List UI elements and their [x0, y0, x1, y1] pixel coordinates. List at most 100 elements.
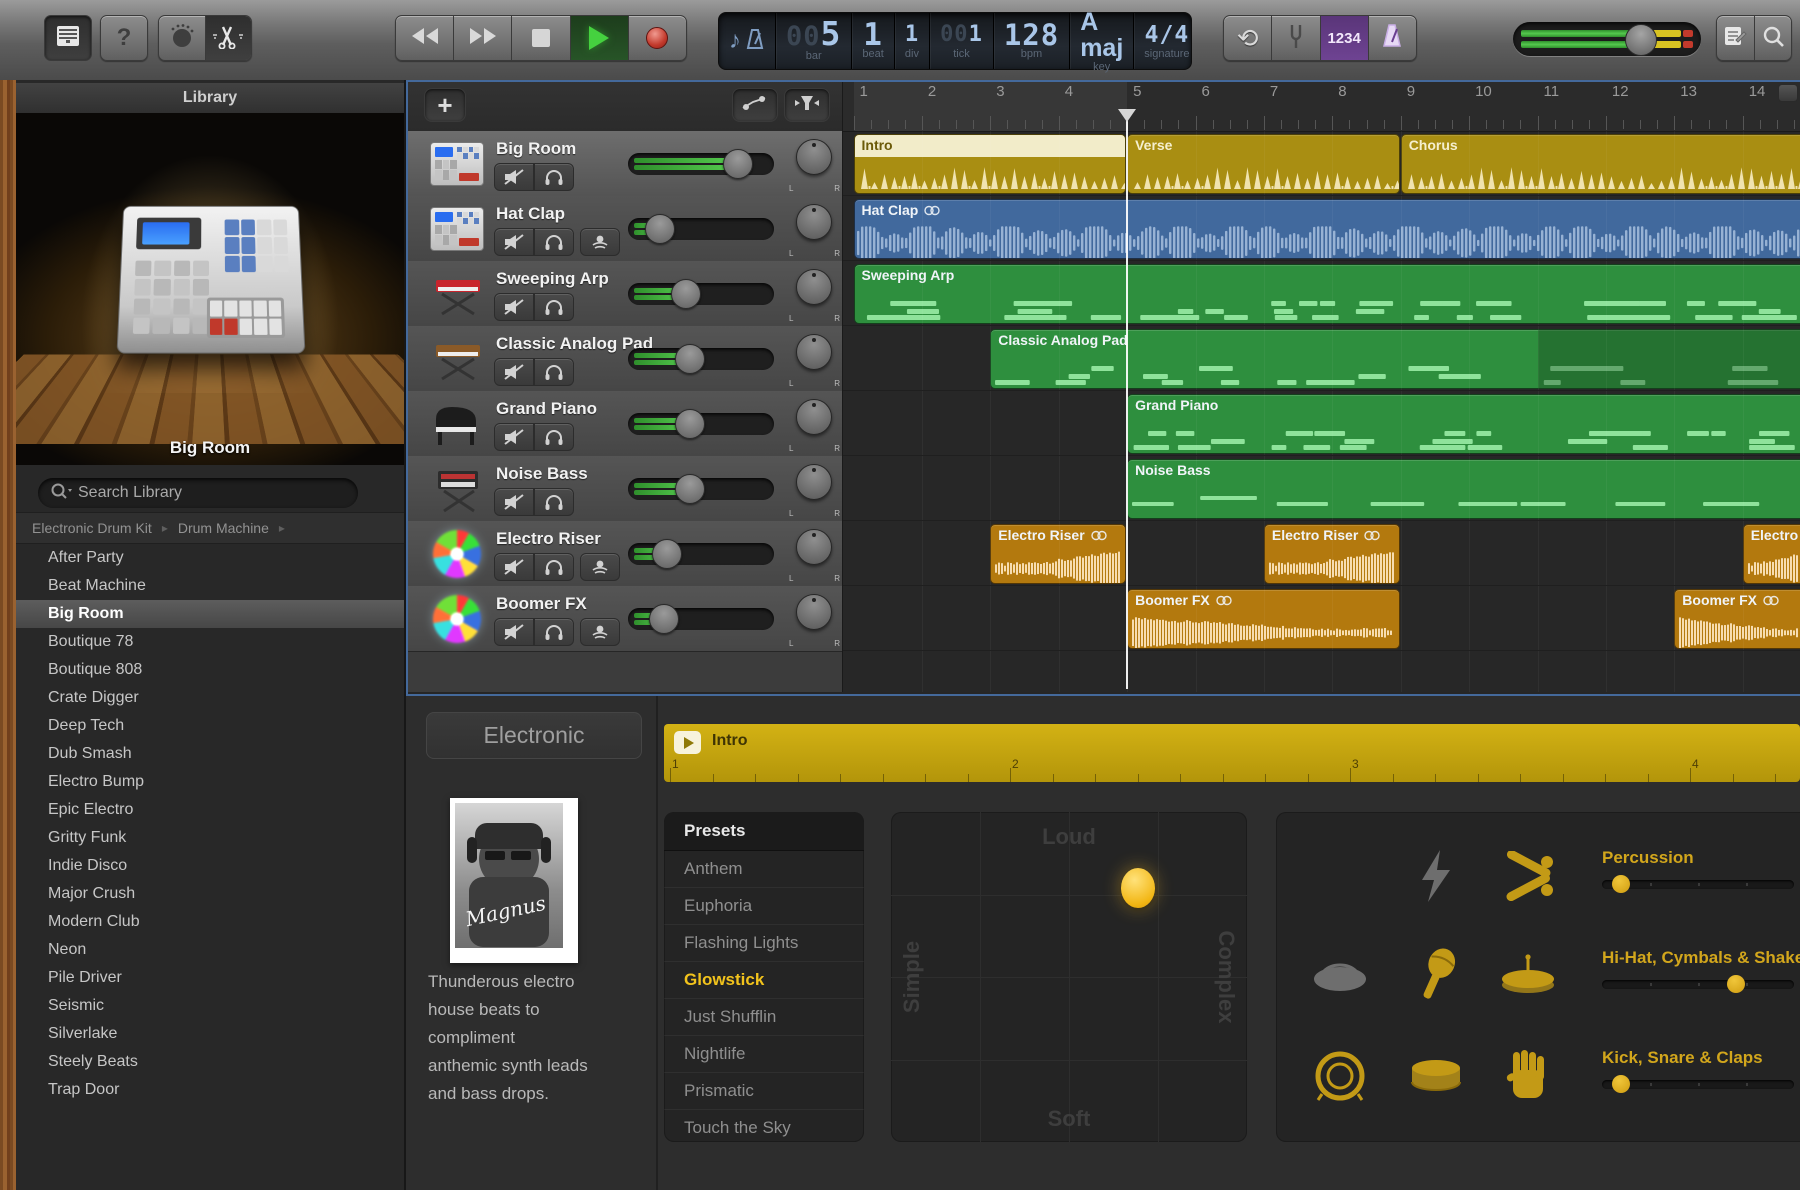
- preset-item[interactable]: Glowstick: [664, 962, 864, 999]
- slider-knob[interactable]: [1612, 1075, 1630, 1093]
- pan-knob[interactable]: LR: [796, 334, 832, 370]
- mute-button[interactable]: [494, 163, 534, 191]
- solo-button[interactable]: [534, 358, 574, 386]
- metronome-toggle-button[interactable]: [1369, 16, 1416, 60]
- solo-button[interactable]: [534, 293, 574, 321]
- lcd-key[interactable]: A majkey: [1070, 13, 1134, 69]
- rewind-button[interactable]: [396, 16, 454, 60]
- track-volume-slider[interactable]: [628, 283, 774, 305]
- tom-icon[interactable]: [1308, 944, 1372, 1008]
- mute-button[interactable]: [494, 293, 534, 321]
- track-volume-slider[interactable]: [628, 218, 774, 240]
- region-grand-piano[interactable]: Grand Piano: [1127, 394, 1800, 454]
- notepad-button[interactable]: [1717, 16, 1755, 60]
- patch-list-item[interactable]: Indie Disco: [16, 852, 404, 880]
- track-volume-slider[interactable]: [628, 348, 774, 370]
- quick-help-button[interactable]: ?: [100, 15, 148, 61]
- patch-list-item[interactable]: Boutique 78: [16, 628, 404, 656]
- editor-play-button[interactable]: [674, 731, 701, 754]
- solo-button[interactable]: [534, 618, 574, 646]
- stop-button[interactable]: [512, 16, 570, 60]
- region-chorus[interactable]: Chorus: [1401, 134, 1800, 194]
- volume-knob[interactable]: [645, 214, 675, 244]
- track-volume-slider[interactable]: [628, 478, 774, 500]
- track-header-row[interactable]: Sweeping ArpLR: [406, 261, 842, 327]
- arrangement-timeline[interactable]: 1234567891011121314 IntroVerseChorusHat …: [843, 80, 1800, 692]
- solo-button[interactable]: [534, 163, 574, 191]
- lcd-mode-icons[interactable]: ♪: [719, 13, 776, 69]
- patch-list-item[interactable]: Modern Club: [16, 908, 404, 936]
- record-button[interactable]: [629, 16, 686, 60]
- breadcrumb-item[interactable]: Electronic Drum Kit: [32, 520, 152, 536]
- patch-list-item[interactable]: Boutique 808: [16, 656, 404, 684]
- volume-knob[interactable]: [723, 149, 753, 179]
- master-volume-slider[interactable]: [1513, 22, 1701, 56]
- volume-knob[interactable]: [649, 604, 679, 634]
- preset-item[interactable]: Anthem: [664, 851, 864, 888]
- automation-button[interactable]: [732, 88, 778, 122]
- pan-knob[interactable]: LR: [796, 594, 832, 630]
- patch-list-item[interactable]: Seismic: [16, 992, 404, 1020]
- snare-icon[interactable]: [1404, 1044, 1468, 1108]
- pan-knob[interactable]: LR: [796, 139, 832, 175]
- library-drawer-button[interactable]: [44, 15, 92, 61]
- track-header-row[interactable]: Grand PianoLR: [406, 391, 842, 457]
- volume-knob[interactable]: [675, 474, 705, 504]
- mute-button[interactable]: [494, 488, 534, 516]
- editor-region-ruler[interactable]: Intro 1234: [664, 724, 1800, 782]
- preset-item[interactable]: Prismatic: [664, 1073, 864, 1110]
- mute-button[interactable]: [494, 553, 534, 581]
- preset-item[interactable]: Euphoria: [664, 888, 864, 925]
- tuner-button[interactable]: [1272, 16, 1320, 60]
- mute-button[interactable]: [494, 358, 534, 386]
- region-boomer-fx[interactable]: Boomer FX: [1674, 589, 1800, 649]
- forward-button[interactable]: [454, 16, 512, 60]
- pan-knob[interactable]: LR: [796, 529, 832, 565]
- patch-list-item[interactable]: Epic Electro: [16, 796, 404, 824]
- track-header-row[interactable]: Classic Analog PadLR: [406, 326, 842, 392]
- track-header-row[interactable]: Hat ClapLR: [406, 196, 842, 262]
- track-header-row[interactable]: Noise BassLR: [406, 456, 842, 522]
- breadcrumb-item[interactable]: Drum Machine: [178, 520, 269, 536]
- editors-button[interactable]: [206, 16, 252, 60]
- patch-list-item[interactable]: Steely Beats: [16, 1048, 404, 1076]
- volume-knob[interactable]: [1625, 24, 1657, 56]
- lcd-tempo[interactable]: 128bpm: [994, 13, 1070, 69]
- region-noise-bass[interactable]: Noise Bass: [1127, 459, 1800, 519]
- input-monitor-button[interactable]: [580, 228, 620, 256]
- track-header-row[interactable]: Boomer FXLR: [406, 586, 842, 652]
- patch-list-item[interactable]: Major Crush: [16, 880, 404, 908]
- lcd-tick[interactable]: 001tick: [930, 13, 994, 69]
- track-header-row[interactable]: Electro RiserLR: [406, 521, 842, 587]
- mute-button[interactable]: [494, 618, 534, 646]
- mute-button[interactable]: [494, 228, 534, 256]
- playhead[interactable]: [1126, 120, 1128, 689]
- drumsticks-icon[interactable]: [1496, 844, 1560, 908]
- region-electro-riser[interactable]: Electro Riser: [1743, 524, 1800, 584]
- patch-list-item[interactable]: After Party: [16, 544, 404, 572]
- track-volume-slider[interactable]: [628, 413, 774, 435]
- preset-item[interactable]: Flashing Lights: [664, 925, 864, 962]
- pan-knob[interactable]: LR: [796, 204, 832, 240]
- timeline-ruler[interactable]: 1234567891011121314: [843, 80, 1800, 132]
- region-sweeping-arp[interactable]: Sweeping Arp: [854, 264, 1800, 324]
- drum-row-slider[interactable]: [1602, 1080, 1794, 1089]
- volume-knob[interactable]: [652, 539, 682, 569]
- patch-list-item[interactable]: Deep Tech: [16, 712, 404, 740]
- track-header-row[interactable]: Big RoomLR: [406, 131, 842, 197]
- patch-list-item[interactable]: Electro Bump: [16, 768, 404, 796]
- solo-button[interactable]: [534, 553, 574, 581]
- lcd-display[interactable]: ♪ 005bar 1beat 1div 001tick 128bpm A maj…: [718, 12, 1192, 70]
- lcd-bar[interactable]: 005bar: [776, 13, 852, 69]
- track-volume-slider[interactable]: [628, 153, 774, 175]
- input-monitor-button[interactable]: [580, 618, 620, 646]
- solo-button[interactable]: [534, 488, 574, 516]
- pan-knob[interactable]: LR: [796, 464, 832, 500]
- solo-button[interactable]: [534, 423, 574, 451]
- lcd-signature[interactable]: 4/4signature: [1134, 13, 1199, 69]
- preset-item[interactable]: Nightlife: [664, 1036, 864, 1073]
- volume-knob[interactable]: [675, 409, 705, 439]
- catch-playhead-button[interactable]: [784, 88, 830, 122]
- lcd-div[interactable]: 1div: [895, 13, 930, 69]
- track-volume-slider[interactable]: [628, 543, 774, 565]
